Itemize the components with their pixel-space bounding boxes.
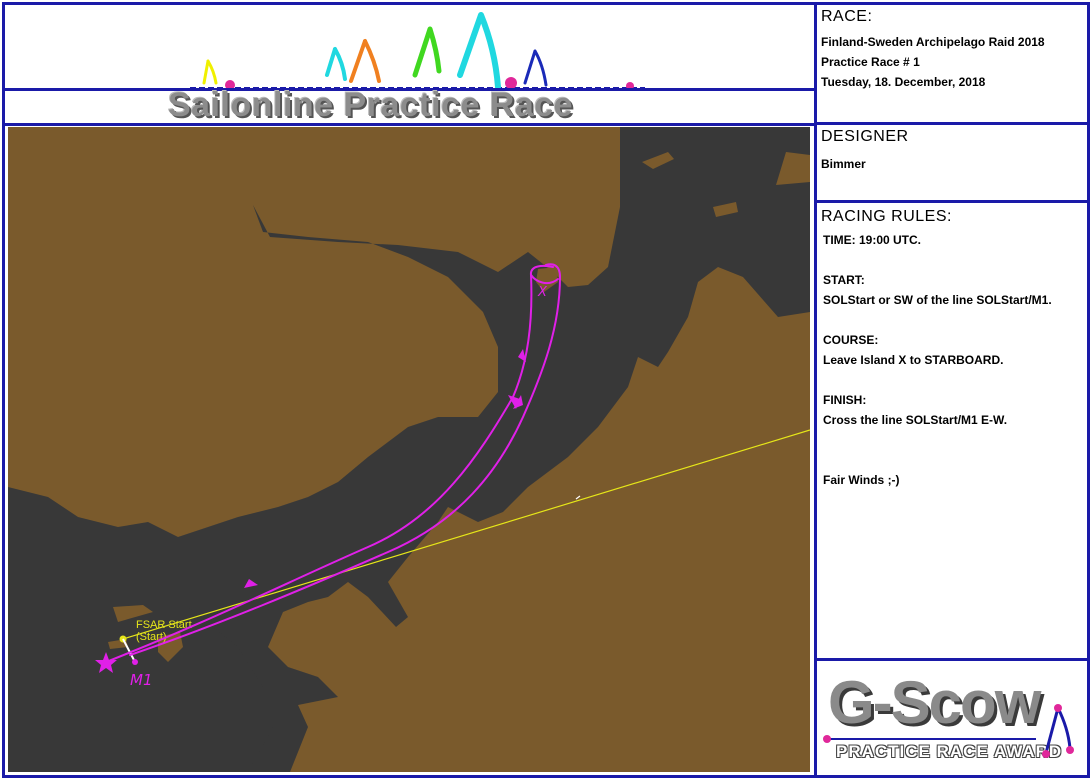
rules-finish-text: Cross the line SOLStart/M1 E-W. xyxy=(823,413,1008,427)
rules-start-label: START: xyxy=(823,273,865,287)
award-underline xyxy=(826,738,1036,740)
mark-m1-label: M1 xyxy=(130,671,153,689)
race-date: Tuesday, 18. December, 2018 xyxy=(821,75,986,89)
rules-time: TIME: 19:00 UTC. xyxy=(823,233,922,247)
rules-start-text: SOLStart or SW of the line SOLStart/M1. xyxy=(823,293,1052,307)
award-subtitle: PRACTICE RACE AWARD xyxy=(836,742,1063,761)
sailonline-logo-sails xyxy=(190,12,645,88)
rules-course-label: COURSE: xyxy=(823,333,879,347)
island-x-label: X xyxy=(537,285,548,300)
banner-title: Sailonline Practice Race xyxy=(168,86,574,124)
rules-frame xyxy=(814,200,1090,661)
race-header: RACE: xyxy=(821,8,873,25)
rules-course-text: Leave Island X to STARBOARD. xyxy=(823,353,1004,367)
designer-header: DESIGNER xyxy=(821,128,909,145)
award-dot-left xyxy=(823,735,831,743)
rules-header: RACING RULES: xyxy=(821,208,952,225)
start-label-line-2: (Start) xyxy=(136,631,167,643)
designer-name: Bimmer xyxy=(821,157,866,171)
rules-finish-label: FINISH: xyxy=(823,393,867,407)
award-sail-icon xyxy=(1042,704,1074,758)
race-name: Finland-Sweden Archipelago Raid 2018 xyxy=(821,35,1045,49)
award-title: G-Scow xyxy=(828,669,1041,736)
race-number: Practice Race # 1 xyxy=(821,55,920,69)
rules-closing: Fair Winds ;-) xyxy=(823,473,900,487)
race-course-map: FSAR Start (Start) M1 X xyxy=(8,127,810,772)
